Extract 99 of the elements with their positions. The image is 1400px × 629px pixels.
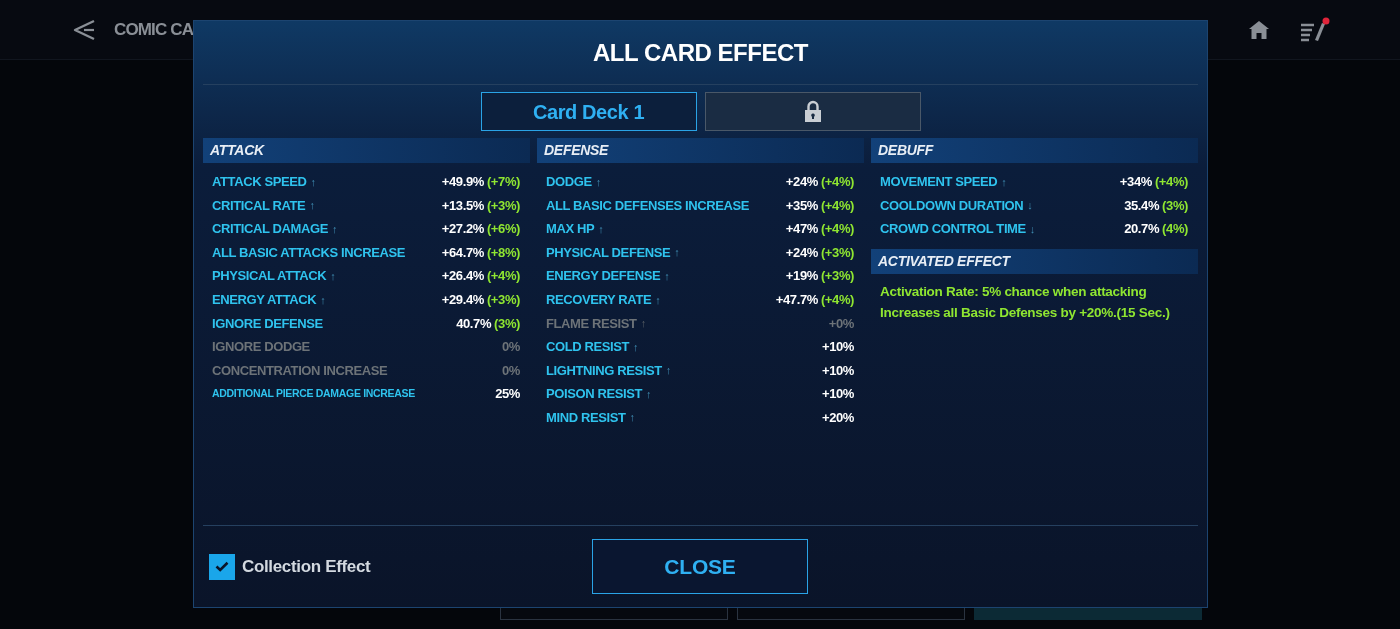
bonus-value: (+4%): [820, 173, 854, 192]
section-header: ACTIVATED EFFECT: [871, 248, 1198, 274]
stat-label: COOLDOWN DURATION: [880, 196, 1024, 215]
arrow-icon: ↑: [629, 409, 635, 426]
stat-value: +47%: [785, 220, 818, 239]
bonus-value: (+4%): [1154, 173, 1188, 192]
stat-label: ALL BASIC ATTACKS INCREASE: [212, 243, 406, 262]
stat-label: ATTACK SPEED: [212, 173, 307, 192]
stat-label: ENERGY DEFENSE: [546, 267, 661, 286]
stat-value: +24%: [785, 243, 818, 262]
stat-label: DODGE: [546, 173, 592, 192]
stat-value: 35.4%: [1124, 196, 1160, 215]
bonus-value: (+6%): [486, 220, 520, 239]
arrow-icon: ↑: [598, 220, 604, 238]
checkbox-label: Collection Effect: [242, 555, 371, 578]
stat-value: +19%: [785, 267, 818, 286]
stat-value: +34%: [1119, 173, 1152, 192]
stat-value: +27.2%: [441, 220, 484, 239]
locked-tab[interactable]: [704, 92, 921, 131]
stat-label: ADDITIONAL PIERCE DAMAGE INCREASE: [212, 386, 415, 402]
bonus-value: (3%): [1162, 196, 1188, 215]
stat-value: +20%: [821, 409, 854, 427]
bonus-value: (+3%): [820, 243, 854, 262]
arrow-icon: ↑: [330, 267, 336, 285]
bonus-value: (+3%): [486, 196, 520, 215]
checkbox[interactable]: [209, 553, 235, 580]
arrow-icon: ↑: [1001, 173, 1007, 191]
dialog-title: ALL CARD EFFECT: [593, 37, 808, 68]
arrow-icon: ↓: [1029, 220, 1036, 238]
stat-label: PHYSICAL DEFENSE: [546, 243, 671, 262]
stat-value: +64.7%: [441, 243, 484, 262]
bonus-value: (+3%): [820, 267, 854, 286]
arrow-icon: ↑: [595, 173, 602, 191]
section-header: DEFENSE: [537, 138, 864, 163]
bonus-value: (+4%): [486, 267, 520, 286]
stat-label: MOVEMENT SPEED: [880, 173, 998, 192]
stat-value: +10%: [821, 338, 854, 357]
bonus-value: (4%): [1162, 220, 1188, 239]
section-header: DEBUFF: [871, 138, 1198, 163]
stat-label: PHYSICAL ATTACK: [212, 267, 327, 286]
arrow-icon: ↓: [1027, 197, 1033, 214]
home-icon[interactable]: [1248, 19, 1270, 40]
stat-value: +29.4%: [441, 291, 484, 309]
bonus-value: (+4%): [820, 220, 854, 239]
stat-label: FLAME RESIST: [546, 314, 637, 333]
lock-icon: [803, 100, 822, 123]
stat-label: ENERGY ATTACK: [212, 291, 317, 309]
stat-value: +35%: [785, 196, 818, 215]
stat-value: +0%: [828, 314, 854, 333]
bonus-value: (+3%): [486, 291, 520, 309]
stat-label: ALL BASIC DEFENSES INCREASE: [546, 196, 750, 215]
arrow-icon: ↑: [331, 220, 338, 238]
stat-value: +10%: [821, 361, 854, 380]
stat-label: MAX HP: [546, 220, 595, 239]
stat-value: +47.7%: [775, 291, 818, 309]
stat-value: 40.7%: [456, 314, 492, 333]
stat-label: IGNORE DODGE: [212, 338, 310, 357]
stat-label: CROWD CONTROL TIME: [880, 220, 1026, 239]
effect-description: Activation Rate: 5% chance when attacking: [880, 282, 1148, 301]
arrow-icon: ↑: [646, 385, 652, 403]
deck-tab[interactable]: Card Deck 1: [480, 92, 697, 131]
stat-label: IGNORE DEFENSE: [212, 314, 323, 333]
arrow-icon: ↑: [320, 291, 326, 308]
stat-value: +10%: [821, 385, 854, 404]
check-icon: [215, 561, 229, 572]
stat-label: LIGHTNING RESIST: [546, 361, 662, 380]
bonus-value: (+4%): [820, 291, 854, 309]
arrow-icon: ↑: [665, 362, 672, 379]
bonus-value: (+7%): [486, 173, 520, 192]
stat-label: POISON RESIST: [546, 385, 643, 404]
stat-value: +49.9%: [441, 173, 484, 192]
effect-description: Increases all Basic Defenses by +20%.(15 Sec.): [880, 303, 1171, 322]
stat-label: CONCENTRATION INCREASE: [212, 361, 388, 380]
stat-label: CRITICAL DAMAGE: [212, 220, 328, 239]
stat-value: 20.7%: [1124, 220, 1160, 239]
list-icon[interactable]: [1300, 16, 1330, 43]
section-header: ATTACK: [203, 138, 530, 163]
arrow-icon: ↑: [633, 338, 639, 356]
stat-value: 0%: [502, 338, 520, 357]
arrow-icon: ↑: [309, 197, 315, 214]
stat-label: COLD RESIST: [546, 338, 630, 357]
bonus-value: (+8%): [486, 243, 520, 262]
arrow-icon: ↑: [655, 291, 661, 308]
bonus-value: (3%): [494, 314, 520, 333]
stat-label: MIND RESIST: [546, 409, 626, 427]
screen-title: COMIC CA: [114, 18, 194, 41]
stat-label: CRITICAL RATE: [212, 196, 306, 215]
arrow-icon: ↑: [310, 173, 316, 191]
stat-value: 25%: [495, 385, 520, 404]
close-button[interactable]: CLOSE: [592, 539, 808, 594]
stat-value: 0%: [502, 361, 520, 380]
stat-value: +24%: [785, 173, 818, 192]
stat-value: +26.4%: [441, 267, 484, 286]
bonus-value: (+4%): [820, 196, 854, 215]
arrow-icon: ↑: [664, 267, 670, 285]
arrow-icon: ↑: [674, 244, 680, 261]
arrow-icon: ↑: [640, 315, 647, 332]
stat-value: +13.5%: [441, 196, 484, 215]
stat-label: RECOVERY RATE: [546, 291, 652, 309]
